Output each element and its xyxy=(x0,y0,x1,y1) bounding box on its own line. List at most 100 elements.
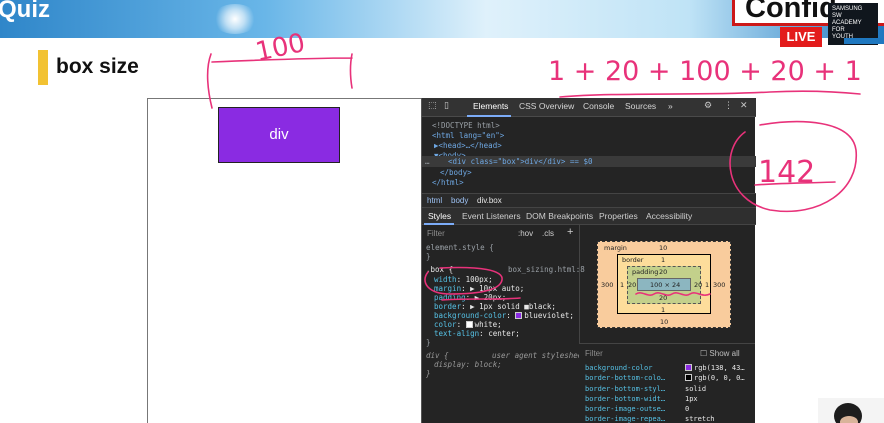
header-accent-bar xyxy=(844,38,884,44)
box-model-content-size[interactable]: 100 × 24 xyxy=(650,281,680,289)
color-swatch[interactable] xyxy=(515,312,523,319)
computed-row[interactable]: border-image-repea… xyxy=(585,415,665,423)
box-rule-selector[interactable]: .box { xyxy=(426,265,453,274)
hov-toggle[interactable]: :hov xyxy=(518,229,533,238)
new-rule-button[interactable]: + xyxy=(567,226,573,238)
tab-elements[interactable]: Elements xyxy=(473,101,508,111)
css-prop-margin[interactable]: margin: ▶ 10px auto; xyxy=(434,284,524,293)
prop-value: 100px; xyxy=(465,275,493,284)
dom-html-open[interactable]: <html lang="en"> xyxy=(432,131,504,140)
section-accent-bar xyxy=(38,50,48,85)
gear-icon[interactable]: ⚙ xyxy=(704,101,712,111)
css-prop-color[interactable]: color: white; xyxy=(434,320,502,329)
css-prop-border[interactable]: border: ▶ 1px solid ■black; xyxy=(434,302,556,311)
academy-logo-line: SW xyxy=(832,13,842,19)
computed-value: 0 xyxy=(685,405,690,413)
subtab-styles[interactable]: Styles xyxy=(428,211,451,221)
box-model-margin-bottom[interactable]: 10 xyxy=(660,318,668,326)
device-toolbar-icon[interactable]: ▯ xyxy=(444,101,449,111)
computed-prop: border-bottom-widt… xyxy=(585,395,666,403)
box-model-border-bottom[interactable]: 1 xyxy=(661,306,665,314)
subtab-properties[interactable]: Properties xyxy=(599,211,638,221)
computed-row[interactable]: border-bottom-styl… xyxy=(585,385,665,393)
prop-value: blueviolet; xyxy=(524,311,574,320)
box-model-padding-right[interactable]: 20 xyxy=(694,281,702,289)
computed-row[interactable]: background-color xyxy=(585,364,652,372)
tab-sources[interactable]: Sources xyxy=(625,101,656,111)
prop-name: padding xyxy=(434,293,466,302)
dom-html-close[interactable]: </html> xyxy=(432,178,464,187)
subtab-dom-breakpoints[interactable]: DOM Breakpoints xyxy=(526,211,593,221)
computed-prop: background-color xyxy=(585,364,653,372)
subtab-accessibility[interactable]: Accessibility xyxy=(646,211,692,221)
element-style-rule[interactable]: element.style { xyxy=(426,243,494,252)
prop-name: width xyxy=(434,275,457,284)
css-prop-padding[interactable]: padding: ▶ 20px; xyxy=(434,293,506,302)
dom-body-close[interactable]: </body> xyxy=(440,168,472,177)
section-title: box size xyxy=(56,55,139,78)
box-model-margin-top[interactable]: 10 xyxy=(659,244,667,252)
academy-logo-line: FOR xyxy=(832,27,845,33)
breadcrumb-html[interactable]: html xyxy=(427,196,442,205)
show-all-label: Show all xyxy=(709,349,740,358)
rule-close-brace: } xyxy=(426,252,431,261)
more-tabs-chevron[interactable]: » xyxy=(668,101,673,111)
box-model-margin-left[interactable]: 300 xyxy=(601,281,613,289)
box-model-padding-left[interactable]: 20 xyxy=(628,281,636,289)
tab-css-overview[interactable]: CSS Overview xyxy=(519,101,574,111)
prop-name: text-align xyxy=(434,329,480,338)
computed-row[interactable]: border-bottom-widt… xyxy=(585,395,665,403)
kebab-menu-icon[interactable]: ⋮ xyxy=(724,101,733,111)
box-model-border-left[interactable]: 1 xyxy=(620,281,624,289)
cls-toggle[interactable]: .cls xyxy=(542,229,554,238)
dom-doctype[interactable]: <!DOCTYPE html> xyxy=(432,121,500,130)
academy-logo-line: ACADEMY xyxy=(832,20,862,26)
breadcrumb-div-box[interactable]: div.box xyxy=(477,196,502,205)
box-rule-source-link[interactable]: box_sizing.html:8 xyxy=(508,265,585,274)
styles-filter-input[interactable]: Filter xyxy=(427,229,445,238)
tab-console[interactable]: Console xyxy=(583,101,614,111)
box-model-margin-right[interactable]: 300 xyxy=(713,281,725,289)
computed-prop: border-image-outse… xyxy=(585,405,666,413)
breadcrumb-body[interactable]: body xyxy=(451,196,468,205)
css-prop-text-align[interactable]: text-align: center; xyxy=(434,329,520,338)
live-badge: LIVE xyxy=(780,27,822,47)
academy-logo-line: SAMSUNG xyxy=(832,6,863,12)
result-annotation: 142 xyxy=(758,155,815,190)
box-model-border-top[interactable]: 1 xyxy=(661,256,665,264)
computed-row[interactable]: border-image-outse… xyxy=(585,405,665,413)
box-model-padding-bottom[interactable]: 20 xyxy=(659,294,667,302)
breadcrumb xyxy=(422,193,756,208)
computed-value: 1px xyxy=(685,395,698,403)
rule-close-brace: } xyxy=(426,338,431,347)
css-prop-width[interactable]: width: 100px; xyxy=(434,275,493,284)
box-model-padding-top[interactable]: 20 xyxy=(659,268,667,276)
ua-prop-display[interactable]: display: block; xyxy=(434,360,502,369)
computed-prop: border-image-repea… xyxy=(585,415,666,423)
lecture-slide: Quiz Confid LIVE SAMSUNG SW ACADEMY FOR … xyxy=(0,0,884,423)
inspect-element-icon[interactable]: ⬚ xyxy=(428,101,437,111)
demo-div-box[interactable]: div xyxy=(218,107,340,163)
slide-title: Quiz xyxy=(0,0,50,23)
box-model-border-label: border xyxy=(622,256,644,264)
prop-value: ▶ 10px auto; xyxy=(470,284,525,293)
css-prop-background-color[interactable]: background-color: blueviolet; xyxy=(434,311,574,320)
equation-underline-stroke xyxy=(559,90,861,98)
show-all-checkbox[interactable]: ☐ Show all xyxy=(700,349,740,358)
prop-value: ▶ 20px; xyxy=(474,293,507,302)
color-swatch xyxy=(685,374,692,381)
box-model-padding-label: padding xyxy=(632,268,659,276)
color-swatch[interactable] xyxy=(465,321,473,328)
dom-selected-div[interactable]: <div class="box">div</div> == $0 xyxy=(448,157,593,166)
dom-head[interactable]: ▶<head>…</head> xyxy=(434,141,502,150)
close-icon[interactable]: ✕ xyxy=(740,101,748,111)
subtab-event-listeners[interactable]: Event Listeners xyxy=(462,211,521,221)
ua-rule-source: user agent stylesheet xyxy=(492,351,587,360)
light-flare-decoration xyxy=(212,4,258,34)
prop-name: margin xyxy=(434,284,462,293)
box-model-border-right[interactable]: 1 xyxy=(705,281,709,289)
computed-row[interactable]: border-bottom-colo… xyxy=(585,374,665,382)
computed-filter-input[interactable]: Filter xyxy=(585,349,603,358)
box-model-margin-label: margin xyxy=(604,244,627,252)
ua-rule-selector[interactable]: div { xyxy=(426,351,449,360)
